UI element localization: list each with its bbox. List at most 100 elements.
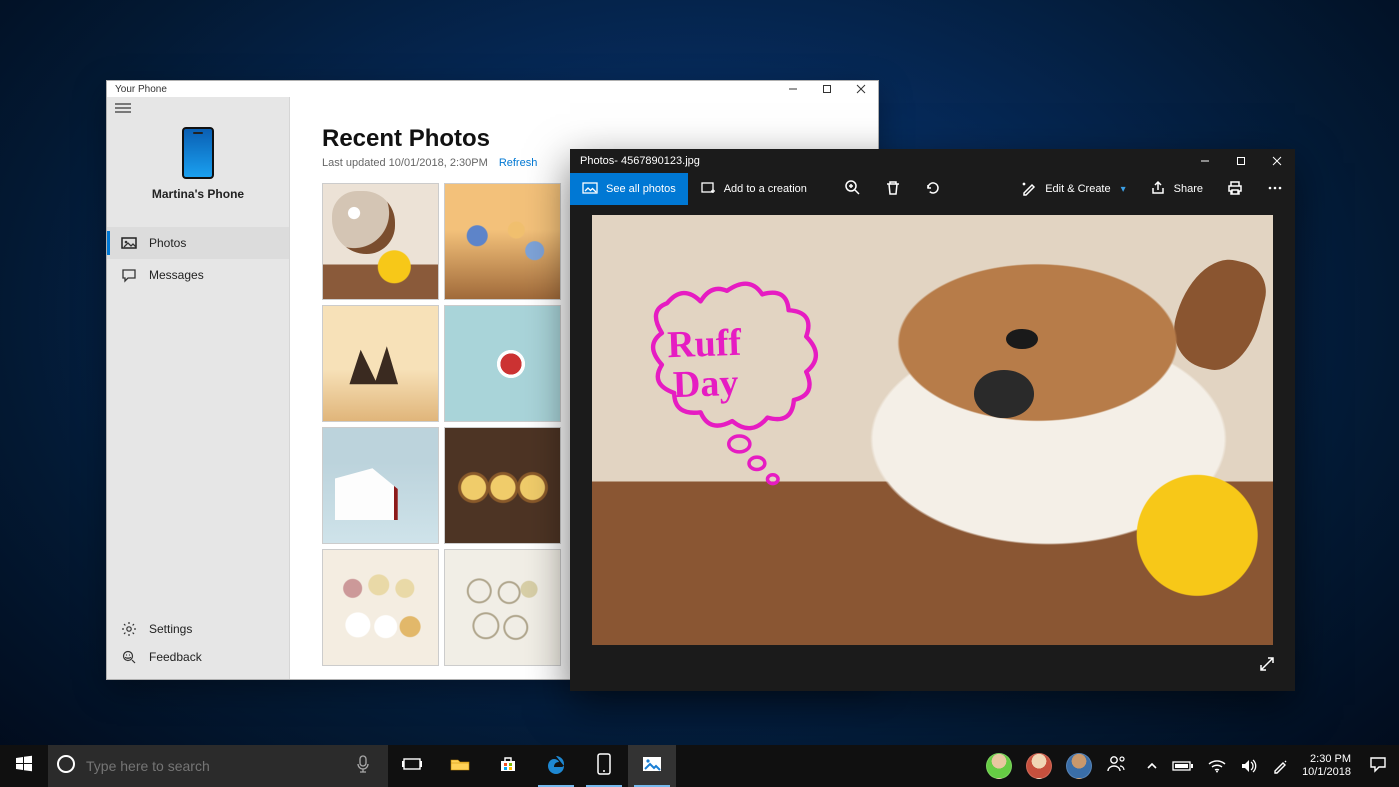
- photos-app-icon: [642, 755, 662, 778]
- trash-icon: [884, 179, 902, 200]
- hamburger-button[interactable]: [107, 97, 289, 119]
- file-explorer-button[interactable]: [436, 745, 484, 787]
- photo-thumbnail[interactable]: [444, 183, 561, 300]
- close-button[interactable]: [844, 81, 878, 97]
- share-button[interactable]: Share: [1138, 173, 1215, 205]
- pen-icon: [1272, 758, 1288, 774]
- your-phone-sidebar: Martina's Phone Photos Messages: [107, 97, 290, 679]
- volume-button[interactable]: [1240, 758, 1258, 774]
- clock[interactable]: 2:30 PM 10/1/2018: [1296, 753, 1357, 778]
- your-phone-taskbar-button[interactable]: [580, 745, 628, 787]
- edge-icon: [546, 754, 566, 779]
- photos-icon: [121, 235, 137, 251]
- clock-time: 2:30 PM: [1302, 753, 1351, 766]
- taskbar-apps: [388, 745, 676, 787]
- photos-window: Photos- 4567890123.jpg See all photos Ad…: [570, 149, 1295, 691]
- system-tray: [1138, 758, 1296, 774]
- phone-name: Martina's Phone: [107, 187, 289, 201]
- your-phone-window-controls: [776, 81, 878, 97]
- wifi-button[interactable]: [1208, 759, 1226, 773]
- maximize-button[interactable]: [1223, 149, 1259, 173]
- search-box[interactable]: [48, 745, 388, 787]
- pinned-contact[interactable]: [1026, 753, 1052, 779]
- tray-overflow-button[interactable]: [1146, 760, 1158, 772]
- zoom-icon: [844, 179, 862, 200]
- ink-workspace-button[interactable]: [1272, 758, 1288, 774]
- photos-taskbar-button[interactable]: [628, 745, 676, 787]
- minimize-button[interactable]: [776, 81, 810, 97]
- microsoft-store-button[interactable]: [484, 745, 532, 787]
- gear-icon: [121, 621, 137, 637]
- clock-date: 10/1/2018: [1302, 766, 1351, 779]
- messages-icon: [121, 267, 137, 283]
- photo-stage: Ruff Day: [570, 205, 1295, 691]
- nav-feedback[interactable]: Feedback: [107, 643, 289, 671]
- share-icon: [1150, 180, 1166, 199]
- your-phone-titlebar[interactable]: Your Phone: [107, 81, 878, 97]
- add-to-creation-button[interactable]: Add to a creation: [688, 173, 819, 205]
- photo-image[interactable]: Ruff Day: [592, 215, 1273, 645]
- see-all-photos-button[interactable]: See all photos: [570, 173, 688, 205]
- edge-button[interactable]: [532, 745, 580, 787]
- share-label: Share: [1174, 183, 1203, 195]
- edit-icon: [1021, 180, 1037, 199]
- pinned-contact[interactable]: [1066, 753, 1092, 779]
- microphone-icon: [356, 755, 370, 778]
- photo-thumbnail[interactable]: [322, 183, 439, 300]
- battery-icon: [1172, 760, 1194, 772]
- photo-thumbnail[interactable]: [322, 427, 439, 544]
- photos-titlebar[interactable]: Photos- 4567890123.jpg: [570, 149, 1295, 173]
- search-input[interactable]: [86, 758, 336, 774]
- your-phone-title: Your Phone: [115, 84, 167, 95]
- minimize-button[interactable]: [1187, 149, 1223, 173]
- task-view-icon: [401, 755, 423, 778]
- print-button[interactable]: [1215, 173, 1255, 205]
- photo-thumbnail[interactable]: [444, 305, 561, 422]
- nav-messages[interactable]: Messages: [107, 259, 289, 291]
- store-icon: [498, 754, 518, 779]
- people-button[interactable]: [1106, 754, 1128, 779]
- photo-thumbnail[interactable]: [444, 549, 561, 666]
- photo-thumbnail[interactable]: [444, 427, 561, 544]
- delete-button[interactable]: [873, 173, 913, 205]
- taskbar: 2:30 PM 10/1/2018: [0, 745, 1399, 787]
- people-bar: [986, 753, 1138, 779]
- nav-photos-label: Photos: [149, 236, 186, 250]
- start-button[interactable]: [0, 745, 48, 787]
- ink-annotation-text: Ruff Day: [667, 324, 744, 406]
- battery-button[interactable]: [1172, 760, 1194, 772]
- refresh-link[interactable]: Refresh: [499, 157, 538, 169]
- rotate-button[interactable]: [913, 173, 953, 205]
- close-button[interactable]: [1259, 149, 1295, 173]
- rotate-icon: [924, 179, 942, 200]
- nav-settings[interactable]: Settings: [107, 615, 289, 643]
- chevron-up-icon: [1146, 760, 1158, 772]
- edit-create-button[interactable]: Edit & Create ▾: [1009, 173, 1137, 205]
- phone-summary: Martina's Phone: [107, 119, 289, 211]
- nav-settings-label: Settings: [149, 622, 192, 636]
- pinned-contact[interactable]: [986, 753, 1012, 779]
- print-icon: [1226, 179, 1244, 200]
- windows-icon: [15, 755, 33, 778]
- photo-thumbnail[interactable]: [322, 305, 439, 422]
- fullscreen-button[interactable]: [1257, 654, 1277, 679]
- add-to-creation-label: Add to a creation: [724, 183, 807, 195]
- nav-photos[interactable]: Photos: [107, 227, 289, 259]
- feedback-icon: [121, 649, 137, 665]
- volume-icon: [1240, 758, 1258, 774]
- nav-messages-label: Messages: [149, 268, 204, 282]
- photo-thumbnail[interactable]: [322, 549, 439, 666]
- more-icon: [1266, 179, 1284, 200]
- zoom-button[interactable]: [833, 173, 873, 205]
- more-button[interactable]: [1255, 173, 1295, 205]
- maximize-button[interactable]: [810, 81, 844, 97]
- photos-toolbar: See all photos Add to a creation: [570, 173, 1295, 205]
- see-all-photos-label: See all photos: [606, 183, 676, 195]
- cortana-icon: [56, 754, 76, 779]
- action-center-button[interactable]: [1357, 745, 1399, 787]
- task-view-button[interactable]: [388, 745, 436, 787]
- add-creation-icon: [700, 180, 716, 199]
- mic-button[interactable]: [346, 755, 380, 778]
- wifi-icon: [1208, 759, 1226, 773]
- last-updated-text: Last updated 10/01/2018, 2:30PM: [322, 157, 488, 169]
